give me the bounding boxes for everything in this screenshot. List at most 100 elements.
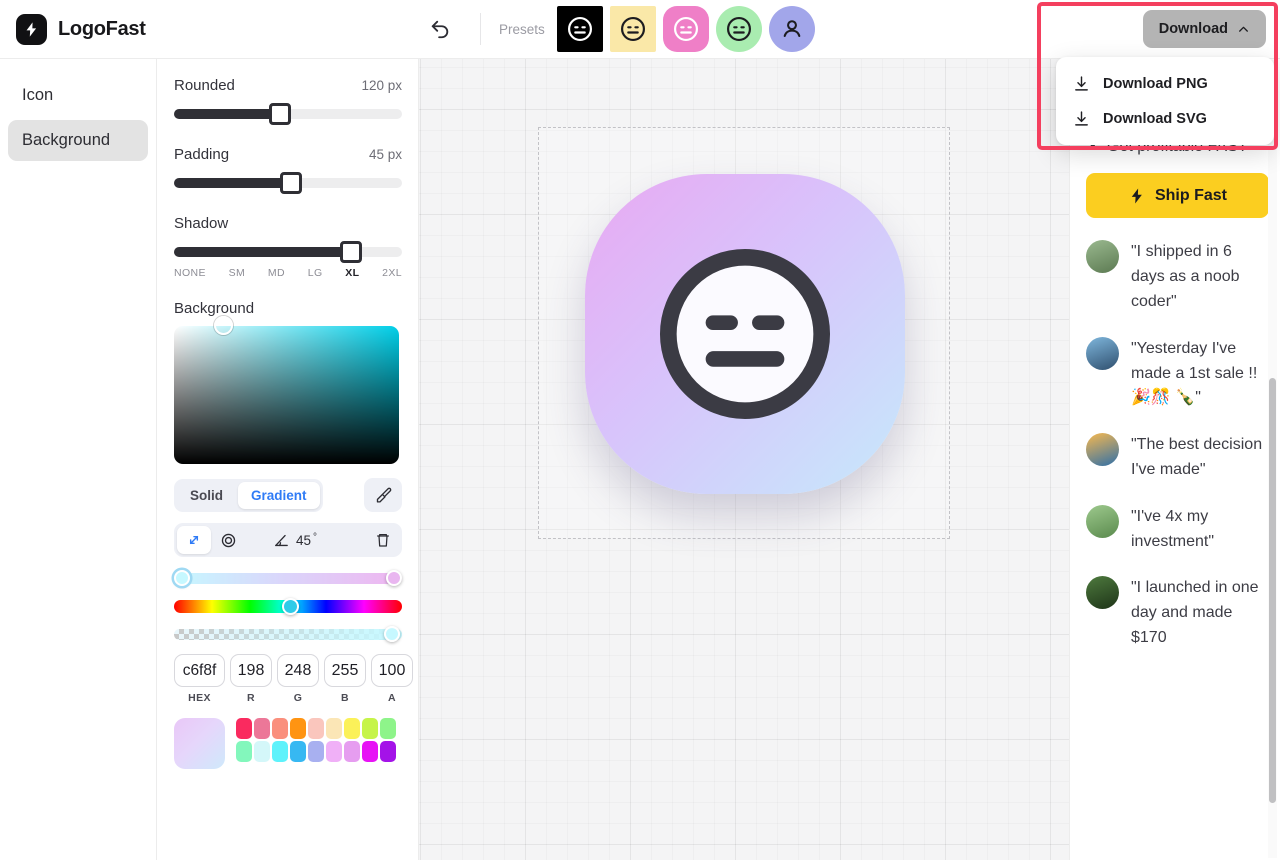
sidebar-item-icon[interactable]: Icon (8, 75, 148, 116)
lightning-bolt-icon (1131, 188, 1142, 204)
color-swatch[interactable] (344, 741, 360, 762)
delete-gradient-button[interactable] (367, 526, 399, 554)
presets-label: Presets (499, 21, 545, 37)
testimonial-quote: "I shipped in 6 days as a noob coder" (1131, 243, 1240, 310)
hex-field-group: c6f8f HEX (174, 654, 225, 704)
hex-input[interactable]: c6f8f (174, 654, 225, 687)
color-swatch[interactable] (272, 741, 288, 762)
download-button[interactable]: Download (1142, 10, 1266, 48)
padding-label: Padding (174, 146, 230, 163)
r-field-group: 198 R (230, 654, 272, 704)
download-png-label: Download PNG (1103, 75, 1208, 92)
color-swatch[interactable] (308, 741, 324, 762)
brand: LogoFast (0, 13, 250, 45)
alpha-slider[interactable] (174, 626, 402, 642)
testimonial-item: "Yesterday I've made a 1st sale !! 🎉🎊 🍾" (1086, 336, 1266, 411)
rounded-slider[interactable] (174, 103, 402, 125)
artboard-selection[interactable] (538, 127, 950, 539)
g-input[interactable]: 248 (277, 654, 319, 687)
ship-fast-button[interactable]: Ship Fast (1086, 173, 1269, 219)
color-swatch[interactable] (344, 718, 360, 739)
b-field-group: 255 B (324, 654, 366, 704)
alpha-thumb[interactable] (384, 626, 400, 642)
testimonial-item: "I've 4x my investment" (1086, 504, 1266, 555)
color-swatch[interactable] (290, 741, 306, 762)
color-swatch[interactable] (254, 718, 270, 739)
padding-slider[interactable] (174, 172, 402, 194)
gradient-stops-slider[interactable] (174, 570, 402, 586)
undo-button[interactable] (422, 11, 458, 47)
slider-thumb[interactable] (269, 103, 291, 125)
shadow-label: Shadow (174, 215, 229, 232)
sidebar-item-background[interactable]: Background (8, 120, 148, 161)
logo-canvas[interactable] (419, 59, 1069, 860)
toolbar-divider (480, 13, 481, 45)
testimonial-item: "The best decision I've made" (1086, 433, 1266, 483)
color-swatch[interactable] (254, 741, 270, 762)
preset-yellow-square[interactable] (609, 6, 656, 52)
color-swatch[interactable] (290, 718, 306, 739)
saturation-value-picker[interactable] (174, 316, 399, 464)
radial-gradient-button[interactable] (211, 526, 245, 554)
color-swatch-grid (236, 718, 396, 769)
padding-value: 45 px (368, 147, 402, 162)
sv-picker-handle[interactable] (214, 316, 233, 335)
download-png-item[interactable]: Download PNG (1056, 66, 1274, 101)
preset-green-circle[interactable] (715, 6, 762, 52)
hue-slider[interactable] (174, 598, 402, 615)
color-swatch[interactable] (362, 741, 378, 762)
color-swatch[interactable] (380, 718, 396, 739)
eyedropper-button[interactable] (364, 478, 402, 512)
slider-thumb[interactable] (280, 172, 302, 194)
g-field-group: 248 G (277, 654, 319, 704)
download-svg-item[interactable]: Download SVG (1056, 101, 1274, 136)
testimonial-quote: "Yesterday I've made a 1st sale !! 🎉🎊 🍾" (1131, 339, 1258, 407)
background-control: Background Solid Gradient 45 ° c6f8f HEX… (174, 300, 413, 769)
color-swatch[interactable] (308, 718, 324, 739)
gradient-angle-control[interactable]: 45 ° (273, 532, 317, 549)
testimonial-item: "I shipped in 6 days as a noob coder" (1086, 240, 1266, 314)
b-input[interactable]: 255 (324, 654, 366, 687)
color-swatch[interactable] (272, 718, 288, 739)
r-input[interactable]: 198 (230, 654, 272, 687)
gradient-stop-start[interactable] (174, 570, 190, 586)
color-swatch[interactable] (236, 718, 252, 739)
preset-purple-circle[interactable] (768, 6, 815, 52)
angle-icon (275, 534, 288, 546)
current-color-preview[interactable] (174, 718, 225, 769)
shadow-tick-md: MD (267, 267, 286, 279)
rounded-value: 120 px (361, 78, 402, 93)
gradient-options-row: 45 ° (174, 523, 402, 557)
slider-fill (174, 178, 292, 188)
download-icon (1075, 76, 1088, 91)
shadow-tick-2xl: 2XL (382, 267, 402, 279)
preset-pink-rounded[interactable] (662, 6, 709, 52)
shadow-slider[interactable] (174, 241, 402, 263)
topbar-right-actions: Download (1142, 0, 1280, 58)
background-label: Background (174, 300, 255, 317)
scrollbar-thumb[interactable] (1269, 378, 1276, 803)
preset-black-square[interactable] (556, 6, 603, 52)
linear-gradient-button[interactable] (177, 526, 211, 554)
swatches-area (174, 718, 402, 769)
solid-mode-button[interactable]: Solid (177, 482, 236, 509)
page-scrollbar[interactable] (1268, 60, 1277, 858)
avatar (1086, 504, 1119, 538)
gradient-stop-end[interactable] (386, 570, 402, 586)
logo-preview[interactable] (585, 174, 905, 494)
color-swatch[interactable] (236, 741, 252, 762)
alpha-overlay (174, 629, 402, 640)
download-button-label: Download (1158, 21, 1228, 37)
neutral-face-icon (726, 17, 751, 41)
a-input[interactable]: 100 (371, 654, 413, 687)
color-swatch[interactable] (326, 718, 342, 739)
hue-thumb[interactable] (282, 598, 299, 615)
slider-thumb[interactable] (340, 241, 362, 263)
download-svg-label: Download SVG (1103, 110, 1207, 127)
color-swatch[interactable] (362, 718, 378, 739)
color-swatch[interactable] (380, 741, 396, 762)
gradient-mode-button[interactable]: Gradient (238, 481, 320, 509)
gradient-angle-unit: ° (313, 531, 318, 543)
color-swatch[interactable] (326, 741, 342, 762)
a-field-group: 100 A (371, 654, 413, 704)
